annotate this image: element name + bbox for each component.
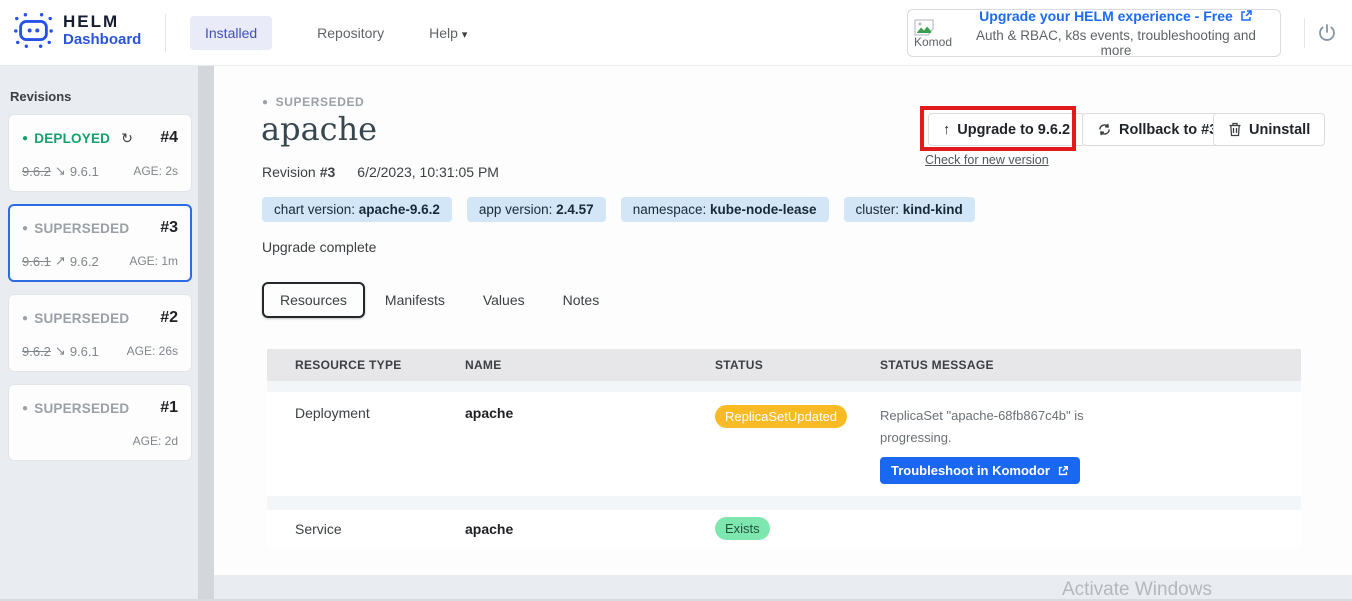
helm-dashboard-logo[interactable]: HELM Dashboard bbox=[12, 10, 141, 50]
revision-card-2[interactable]: ●SUPERSEDED #2 9.6.2 ↘ 9.6.1 AGE: 26s bbox=[8, 294, 192, 372]
revision-number: #3 bbox=[320, 164, 336, 180]
revisions-title: Revisions bbox=[10, 89, 198, 104]
history-icon: ↻ bbox=[121, 130, 133, 147]
header-divider-right bbox=[1304, 18, 1305, 48]
rollback-button[interactable]: Rollback to #3 bbox=[1082, 113, 1232, 146]
revision-age: AGE: 1m bbox=[129, 254, 178, 268]
activate-windows-watermark: Activate Windows bbox=[1062, 579, 1212, 601]
tab-resources[interactable]: Resources bbox=[262, 282, 365, 318]
power-button[interactable] bbox=[1316, 22, 1338, 44]
revision-number: #3 bbox=[160, 219, 178, 237]
revision-age: AGE: 2d bbox=[133, 434, 178, 448]
col-name: NAME bbox=[465, 358, 715, 372]
revisions-sidebar: Revisions ●DEPLOYED↻ #4 9.6.2 ↘ 9.6.1 AG… bbox=[0, 66, 198, 601]
revision-status: ●SUPERSEDED bbox=[22, 311, 129, 326]
version-from: 9.6.2 bbox=[22, 344, 51, 359]
release-detail-panel: ● SUPERSEDED apache Revision #3 6/2/2023… bbox=[214, 66, 1352, 575]
rollback-icon bbox=[1097, 122, 1112, 137]
status-badge: ReplicaSetUpdated bbox=[715, 405, 847, 428]
chip-app-version: app version: 2.4.57 bbox=[467, 197, 606, 222]
tab-values[interactable]: Values bbox=[465, 282, 543, 318]
revision-timestamp: 6/2/2023, 10:31:05 PM bbox=[357, 164, 499, 180]
version-arrow-icon: ↘ bbox=[55, 343, 66, 359]
table-row: Deployment apache ReplicaSetUpdated Repl… bbox=[267, 392, 1301, 496]
chip-chart-version: chart version: apache-9.6.2 bbox=[262, 197, 452, 222]
version-to: 9.6.1 bbox=[70, 344, 99, 359]
banner-subtitle: Auth & RBAC, k8s events, troubleshooting… bbox=[960, 28, 1272, 58]
revision-status: ●SUPERSEDED bbox=[22, 221, 129, 236]
table-row: Service apache Exists bbox=[267, 510, 1301, 547]
version-from: 9.6.2 bbox=[22, 164, 51, 179]
status-message-line1: ReplicaSet "apache-68fb867c4b" is bbox=[880, 405, 1301, 427]
release-meta-chips: chart version: apache-9.6.2 app version:… bbox=[262, 197, 975, 222]
external-link-icon bbox=[1239, 9, 1253, 23]
status-badge: Exists bbox=[715, 517, 770, 540]
banner-upgrade-link[interactable]: Upgrade your HELM experience - Free bbox=[979, 8, 1253, 24]
col-status: STATUS bbox=[715, 358, 880, 372]
logo-subtitle: Dashboard bbox=[63, 31, 141, 48]
release-status-text: Upgrade complete bbox=[262, 239, 376, 255]
revision-label: Revision bbox=[262, 164, 316, 180]
status-dot-icon: ● bbox=[22, 223, 28, 234]
resource-name: apache bbox=[465, 521, 715, 537]
logo-title: HELM bbox=[63, 12, 141, 31]
status-message-line2: progressing. bbox=[880, 427, 1301, 449]
tab-notes[interactable]: Notes bbox=[545, 282, 618, 318]
chevron-down-icon: ▾ bbox=[462, 29, 468, 41]
revision-card-1[interactable]: ●SUPERSEDED #1 AGE: 2d bbox=[8, 384, 192, 461]
red-annotation-box bbox=[920, 106, 1076, 151]
main-nav: Installed Repository Help▾ bbox=[190, 0, 467, 66]
resources-table: RESOURCE TYPE NAME STATUS STATUS MESSAGE… bbox=[267, 349, 1301, 547]
version-arrow-icon: ↗ bbox=[55, 253, 66, 269]
nav-tab-repository[interactable]: Repository bbox=[317, 16, 384, 50]
external-link-icon bbox=[1057, 465, 1069, 477]
version-to: 9.6.1 bbox=[70, 164, 99, 179]
status-dot-icon: ● bbox=[22, 133, 28, 144]
chip-cluster: cluster: kind-kind bbox=[844, 197, 975, 222]
revision-age: AGE: 2s bbox=[133, 164, 178, 178]
trash-icon bbox=[1228, 122, 1242, 137]
version-arrow-icon: ↘ bbox=[55, 163, 66, 179]
komodor-image-alt-text: Komod bbox=[914, 36, 960, 48]
resource-name: apache bbox=[465, 405, 715, 484]
komodor-broken-image: Komod bbox=[914, 19, 960, 48]
status-dot-icon: ● bbox=[22, 403, 28, 414]
version-to: 9.6.2 bbox=[70, 254, 99, 269]
col-status-message: STATUS MESSAGE bbox=[880, 358, 1301, 372]
header-divider bbox=[165, 14, 166, 52]
version-from: 9.6.1 bbox=[22, 254, 51, 269]
col-resource-type: RESOURCE TYPE bbox=[295, 358, 465, 372]
detail-tabs: Resources Manifests Values Notes bbox=[262, 282, 617, 318]
release-status-label: ● SUPERSEDED bbox=[262, 95, 364, 109]
tab-manifests[interactable]: Manifests bbox=[367, 282, 463, 318]
table-header: RESOURCE TYPE NAME STATUS STATUS MESSAGE bbox=[267, 349, 1301, 381]
revision-card-4[interactable]: ●DEPLOYED↻ #4 9.6.2 ↘ 9.6.1 AGE: 2s bbox=[8, 114, 192, 192]
revision-age: AGE: 26s bbox=[127, 344, 178, 358]
revision-status: ●DEPLOYED↻ bbox=[22, 130, 133, 147]
check-new-version-link[interactable]: Check for new version bbox=[925, 153, 1049, 167]
top-header: HELM Dashboard Installed Repository Help… bbox=[0, 0, 1352, 66]
resource-type: Service bbox=[295, 521, 465, 537]
revision-number: #1 bbox=[160, 399, 178, 417]
resource-type: Deployment bbox=[295, 405, 465, 484]
chip-namespace: namespace: kube-node-lease bbox=[621, 197, 829, 222]
revision-number: #4 bbox=[160, 129, 178, 147]
nav-tab-installed[interactable]: Installed bbox=[190, 16, 272, 50]
troubleshoot-komodor-button[interactable]: Troubleshoot in Komodor bbox=[880, 457, 1080, 484]
revision-status: ●SUPERSEDED bbox=[22, 401, 129, 416]
status-dot-icon: ● bbox=[262, 97, 269, 108]
revision-card-3[interactable]: ●SUPERSEDED #3 9.6.1 ↗ 9.6.2 AGE: 1m bbox=[8, 204, 192, 282]
status-dot-icon: ● bbox=[22, 313, 28, 324]
sidebar-scrollbar[interactable] bbox=[198, 66, 214, 601]
release-title: apache bbox=[261, 110, 377, 148]
uninstall-button[interactable]: Uninstall bbox=[1213, 113, 1325, 146]
helm-logo-icon bbox=[12, 10, 54, 50]
komodor-promo-banner[interactable]: Komod Upgrade your HELM experience - Fre… bbox=[907, 9, 1281, 57]
nav-menu-help[interactable]: Help▾ bbox=[429, 16, 467, 50]
revision-number: #2 bbox=[160, 309, 178, 327]
revision-info-line: Revision #3 6/2/2023, 10:31:05 PM bbox=[262, 164, 499, 180]
